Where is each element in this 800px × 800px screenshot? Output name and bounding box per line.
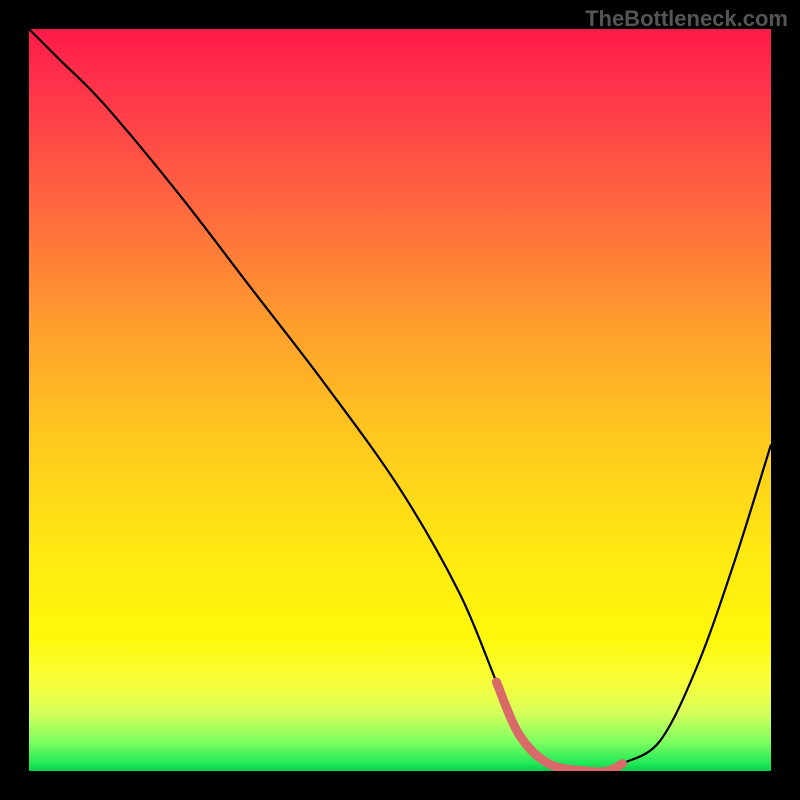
chart-svg (29, 29, 771, 771)
bottleneck-marker-segment (496, 682, 622, 771)
bottleneck-curve-line (29, 29, 771, 771)
chart-plot-area (29, 29, 771, 771)
watermark-text: TheBottleneck.com (585, 6, 788, 32)
